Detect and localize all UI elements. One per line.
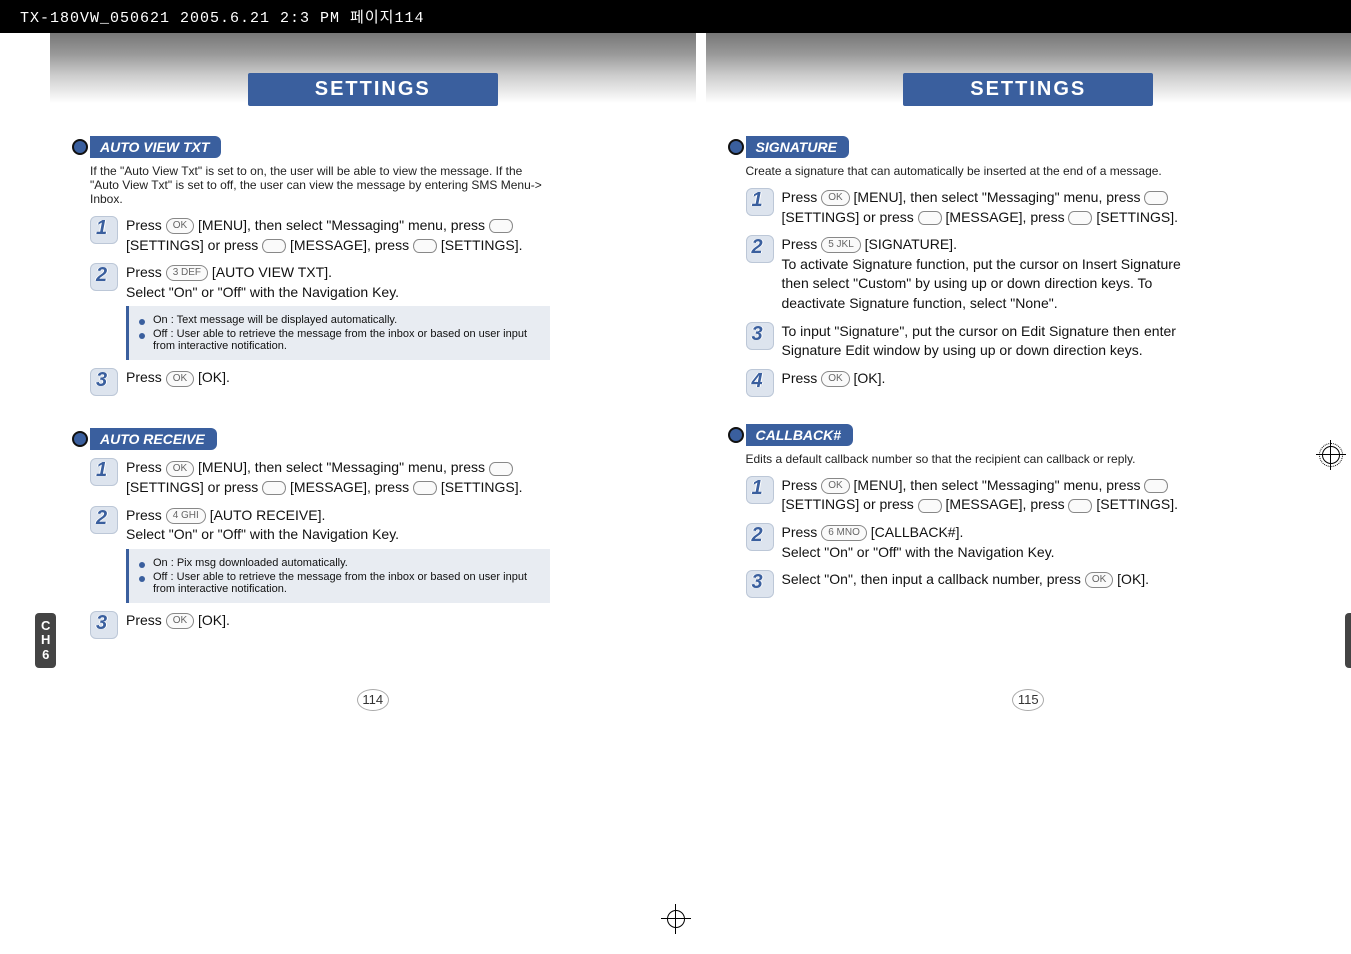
key-6-icon: 6 MNO: [821, 525, 867, 541]
bullet-icon: [139, 576, 145, 582]
chapter-letter-c: C: [41, 619, 50, 633]
page-right: SETTINGS C H 6 SIGNATURE Create a signat…: [706, 33, 1351, 681]
note-off: Off : User able to retrieve the message …: [153, 571, 540, 595]
softkey-icon: [1068, 211, 1092, 225]
page-title-right: SETTINGS: [903, 73, 1153, 106]
intro-text: Create a signature that can automaticall…: [746, 164, 1206, 178]
registration-mark-right: [1316, 440, 1346, 470]
step-text: Press OK [OK].: [782, 369, 886, 389]
step-text: Press OK [OK].: [126, 368, 230, 388]
registration-mark-bottom: [661, 904, 691, 934]
step-subtext: Select "On" or "Off" with the Navigation…: [126, 284, 399, 300]
ok-key-icon: OK: [1085, 572, 1113, 588]
step-text: Press 6 MNO [CALLBACK#]. Select "On" or …: [782, 523, 1055, 562]
key-4-icon: 4 GHI: [166, 508, 206, 524]
step-number-2: 2: [90, 263, 116, 289]
chapter-tab-left: C H 6: [35, 613, 56, 668]
softkey-icon: [918, 211, 942, 225]
step-number-1: 1: [90, 216, 116, 242]
note-on: On : Pix msg downloaded automatically.: [153, 557, 348, 569]
step-number-3: 3: [90, 368, 116, 394]
step-text: Select "On", then input a callback numbe…: [782, 570, 1150, 590]
note-off: Off : User able to retrieve the message …: [153, 328, 540, 352]
softkey-icon: [413, 481, 437, 495]
step-row: 3 Select "On", then input a callback num…: [746, 570, 1206, 596]
step-row: 3 Press OK [OK].: [90, 611, 550, 637]
softkey-icon: [262, 239, 286, 253]
ok-key-icon: OK: [821, 478, 849, 494]
step-row: 1 Press OK [MENU], then select "Messagin…: [90, 458, 550, 497]
page-number-right: 115: [1012, 689, 1044, 711]
section-auto-view-txt: AUTO VIEW TXT: [90, 136, 221, 158]
step-text: Press 3 DEF [AUTO VIEW TXT]. Select "On"…: [126, 263, 399, 302]
step-text: Press OK [OK].: [126, 611, 230, 631]
step-text: Press OK [MENU], then select "Messaging"…: [782, 188, 1206, 227]
section-signature: SIGNATURE: [746, 136, 849, 158]
note-box: On : Text message will be displayed auto…: [126, 306, 550, 360]
step-number-1: 1: [90, 458, 116, 484]
step-number-2: 2: [746, 523, 772, 549]
step-number-1: 1: [746, 476, 772, 502]
softkey-icon: [1068, 499, 1092, 513]
softkey-icon: [1144, 479, 1168, 493]
key-5-icon: 5 JKL: [821, 237, 861, 253]
page-spread: SETTINGS C H 6 AUTO VIEW TXT If the "Aut…: [0, 33, 1351, 681]
softkey-icon: [413, 239, 437, 253]
intro-text: If the "Auto View Txt" is set to on, the…: [90, 164, 550, 206]
bullet-icon: [139, 562, 145, 568]
softkey-icon: [918, 499, 942, 513]
bullet-icon: [139, 319, 145, 325]
page-title-left: SETTINGS: [248, 73, 498, 106]
step-row: 3 To input "Signature", put the cursor o…: [746, 322, 1206, 361]
key-3-icon: 3 DEF: [166, 265, 208, 281]
intro-text: Edits a default callback number so that …: [746, 452, 1206, 466]
softkey-icon: [489, 219, 513, 233]
step-subtext: To activate Signature function, put the …: [782, 256, 1181, 311]
chapter-number: 6: [41, 648, 50, 662]
step-number-2: 2: [90, 506, 116, 532]
step-row: 2 Press 5 JKL [SIGNATURE]. To activate S…: [746, 235, 1206, 313]
page-number-left: 114: [357, 689, 389, 711]
step-text: Press OK [MENU], then select "Messaging"…: [126, 458, 550, 497]
step-text: Press 4 GHI [AUTO RECEIVE]. Select "On" …: [126, 506, 399, 545]
softkey-icon: [489, 462, 513, 476]
chapter-tab-right: C H 6: [1345, 613, 1351, 668]
section-auto-receive: AUTO RECEIVE: [90, 428, 217, 450]
section-callback: CALLBACK#: [746, 424, 854, 446]
step-row: 4 Press OK [OK].: [746, 369, 1206, 395]
step-subtext: Select "On" or "Off" with the Navigation…: [126, 526, 399, 542]
step-row: 1 Press OK [MENU], then select "Messagin…: [746, 188, 1206, 227]
ok-key-icon: OK: [821, 371, 849, 387]
step-text: Press 5 JKL [SIGNATURE]. To activate Sig…: [782, 235, 1206, 313]
step-row: 1 Press OK [MENU], then select "Messagin…: [90, 216, 550, 255]
step-text: To input "Signature", put the cursor on …: [782, 322, 1206, 361]
step-row: 2 Press 3 DEF [AUTO VIEW TXT]. Select "O…: [90, 263, 550, 302]
step-subtext: Select "On" or "Off" with the Navigation…: [782, 544, 1055, 560]
step-number-2: 2: [746, 235, 772, 261]
step-row: 3 Press OK [OK].: [90, 368, 550, 394]
ok-key-icon: OK: [166, 461, 194, 477]
step-row: 2 Press 6 MNO [CALLBACK#]. Select "On" o…: [746, 523, 1206, 562]
step-number-3: 3: [90, 611, 116, 637]
step-text: Press OK [MENU], then select "Messaging"…: [126, 216, 550, 255]
ok-key-icon: OK: [166, 613, 194, 629]
bullet-icon: [139, 333, 145, 339]
note-box: On : Pix msg downloaded automatically. O…: [126, 549, 550, 603]
step-number-3: 3: [746, 570, 772, 596]
step-number-4: 4: [746, 369, 772, 395]
step-text: Press OK [MENU], then select "Messaging"…: [782, 476, 1206, 515]
softkey-icon: [1144, 191, 1168, 205]
ok-key-icon: OK: [166, 218, 194, 234]
step-number-3: 3: [746, 322, 772, 348]
step-row: 2 Press 4 GHI [AUTO RECEIVE]. Select "On…: [90, 506, 550, 545]
ok-key-icon: OK: [821, 190, 849, 206]
ok-key-icon: OK: [166, 371, 194, 387]
step-row: 1 Press OK [MENU], then select "Messagin…: [746, 476, 1206, 515]
note-on: On : Text message will be displayed auto…: [153, 314, 397, 326]
page-left: SETTINGS C H 6 AUTO VIEW TXT If the "Aut…: [50, 33, 696, 681]
chapter-letter-h: H: [41, 633, 50, 647]
softkey-icon: [262, 481, 286, 495]
step-number-1: 1: [746, 188, 772, 214]
